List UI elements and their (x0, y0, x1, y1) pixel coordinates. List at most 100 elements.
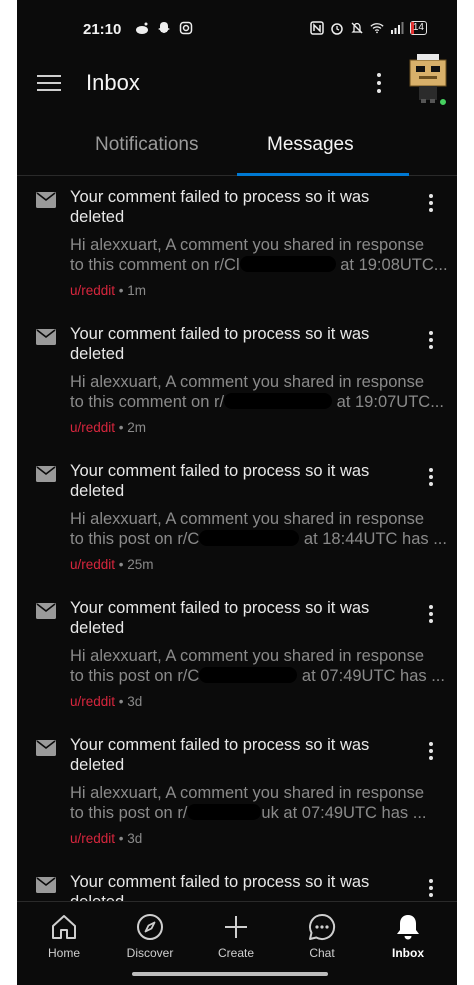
menu-icon[interactable] (37, 72, 63, 94)
mail-icon (36, 192, 56, 208)
message-preview: Hi alexxuart, A comment you shared in re… (70, 235, 450, 275)
preview-text: to this post on r/C (70, 530, 200, 548)
message-options-icon[interactable] (423, 739, 439, 763)
preview-text: at 07:49UTC has ... (301, 667, 445, 685)
page-title: Inbox (86, 70, 140, 95)
preview-text: to this comment on r/ (70, 393, 225, 411)
mail-icon (36, 466, 56, 482)
message-preview-line: to this comment on r/ at 19:07UTC... (70, 392, 450, 412)
message-preview: Hi alexxuart, A comment you shared in re… (70, 646, 450, 686)
preview-text: to this post on r/C (70, 667, 200, 685)
nav-create-label: Create (217, 946, 255, 960)
message-age: 25m (127, 557, 154, 572)
nav-inbox[interactable]: Inbox (365, 912, 451, 960)
message-subject: Your comment failed to process so it was… (70, 462, 370, 500)
message-author[interactable]: u/reddit (70, 831, 115, 846)
online-status-dot (439, 98, 447, 106)
message-options-icon[interactable] (423, 191, 439, 215)
message-item[interactable]: Your comment failed to process so it was… (17, 725, 457, 862)
message-author[interactable]: u/reddit (70, 420, 115, 435)
more-options-icon[interactable] (371, 70, 387, 96)
mail-icon (36, 877, 56, 893)
message-subject: Your comment failed to process so it was… (70, 599, 370, 637)
nfc-icon (310, 21, 324, 35)
message-preview: Hi alexxuart, A comment you shared in re… (70, 783, 450, 823)
battery-percent: 14 (412, 22, 424, 33)
meta-separator: • (115, 283, 128, 298)
message-subject: Your comment failed to process so it was… (70, 188, 370, 226)
compass-icon (137, 914, 163, 940)
preview-text: at 19:08UTC... (340, 256, 448, 274)
redaction-mark (239, 256, 336, 272)
message-age: 3d (127, 831, 143, 846)
status-notification-icons (135, 21, 193, 35)
message-meta: u/reddit • 1m (70, 283, 146, 298)
nav-home-label: Home (47, 946, 80, 960)
meta-separator: • (115, 557, 128, 572)
instagram-notification-icon (179, 21, 193, 35)
message-author[interactable]: u/reddit (70, 557, 115, 572)
nav-discover-label: Discover (126, 946, 174, 960)
inbox-tabs: Notifications Messages (17, 120, 457, 176)
message-subject: Your comment failed to process so it was… (70, 873, 370, 901)
message-preview-line: to this comment on r/Cl at 19:08UTC... (70, 255, 450, 275)
bell-icon (397, 915, 419, 940)
message-item[interactable]: Your comment failed to process so it was… (17, 451, 457, 588)
mute-icon (351, 22, 363, 34)
message-preview-line: Hi alexxuart, A comment you shared in re… (70, 510, 425, 528)
preview-text: uk at 07:49UTC has ... (261, 804, 427, 822)
message-options-icon[interactable] (423, 328, 439, 352)
message-preview-line: Hi alexxuart, A comment you shared in re… (70, 647, 425, 665)
tab-notifications[interactable]: Notifications (95, 134, 199, 156)
message-options-icon[interactable] (423, 465, 439, 489)
active-tab-indicator (237, 173, 409, 176)
wifi-icon (370, 23, 384, 34)
message-item[interactable]: Your comment failed to process so it was… (17, 862, 457, 901)
message-meta: u/reddit • 2m (70, 420, 146, 435)
message-subject: Your comment failed to process so it was… (70, 325, 370, 363)
message-author[interactable]: u/reddit (70, 283, 115, 298)
message-options-icon[interactable] (423, 876, 439, 900)
message-author[interactable]: u/reddit (70, 694, 115, 709)
mail-icon (36, 603, 56, 619)
message-options-icon[interactable] (423, 602, 439, 626)
chat-bubble-icon (309, 913, 336, 940)
message-subject: Your comment failed to process so it was… (70, 736, 370, 774)
message-preview-line: Hi alexxuart, A comment you shared in re… (70, 373, 425, 391)
plus-icon (225, 916, 247, 938)
home-indicator (132, 972, 328, 976)
message-preview: Hi alexxuart, A comment you shared in re… (70, 509, 450, 549)
meta-separator: • (115, 420, 128, 435)
user-avatar[interactable] (405, 52, 451, 104)
alarm-icon (331, 23, 343, 35)
message-meta: u/reddit • 3d (70, 694, 142, 709)
message-item[interactable]: Your comment failed to process so it was… (17, 588, 457, 725)
preview-text: to this comment on r/Cl (70, 256, 240, 274)
tab-messages[interactable]: Messages (267, 134, 354, 156)
reddit-notification-icon (136, 22, 148, 34)
nav-home[interactable]: Home (21, 912, 107, 960)
message-preview-line: to this post on r/uk at 07:49UTC has ... (70, 803, 450, 823)
redaction-mark (187, 804, 262, 820)
preview-text: at 18:44UTC has ... (303, 530, 447, 548)
battery-indicator: 14 (409, 21, 427, 35)
message-item[interactable]: Your comment failed to process so it was… (17, 177, 457, 314)
message-age: 3d (127, 694, 143, 709)
phone-screen: 21:10 14 Inbox Notifications Messages Yo… (17, 0, 457, 985)
status-system-icons: 14 (310, 21, 427, 35)
message-item[interactable]: Your comment failed to process so it was… (17, 314, 457, 451)
redaction-mark (224, 393, 333, 409)
redaction-mark (199, 667, 298, 683)
nav-discover[interactable]: Discover (107, 912, 193, 960)
message-list: Your comment failed to process so it was… (17, 177, 457, 901)
meta-separator: • (115, 694, 128, 709)
message-meta: u/reddit • 3d (70, 831, 142, 846)
status-time: 21:10 (83, 21, 122, 38)
message-preview-line: Hi alexxuart, A comment you shared in re… (70, 236, 425, 254)
signal-icon (390, 22, 404, 34)
home-icon (52, 915, 76, 939)
meta-separator: • (115, 831, 128, 846)
nav-create[interactable]: Create (193, 912, 279, 960)
mail-icon (36, 329, 56, 345)
nav-chat[interactable]: Chat (279, 912, 365, 960)
